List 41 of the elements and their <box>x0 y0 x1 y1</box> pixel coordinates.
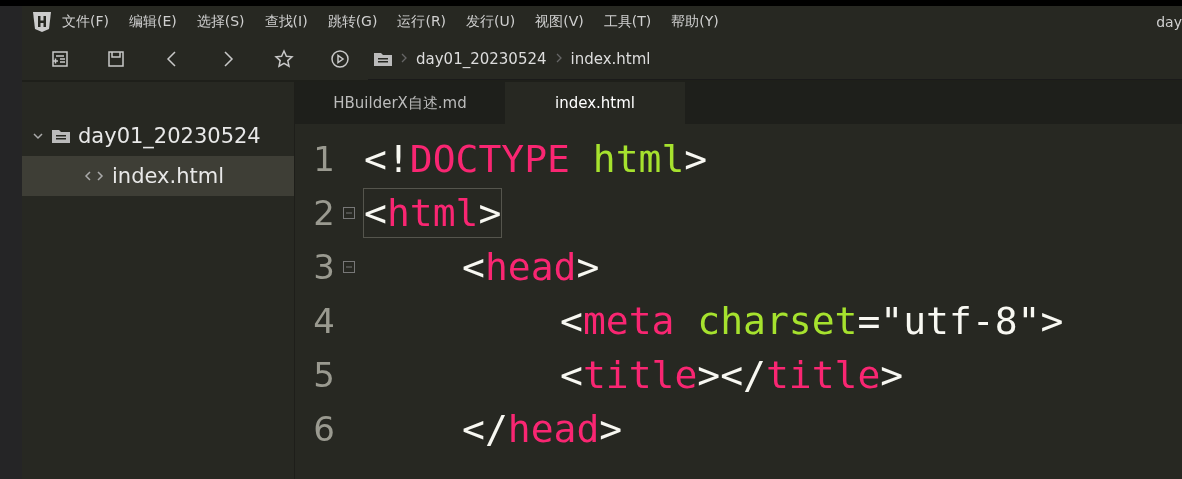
new-file-icon[interactable] <box>50 49 70 69</box>
code-icon <box>84 170 104 182</box>
line-number: 4 <box>312 301 335 341</box>
tree-item[interactable]: day01_20230524 <box>22 116 294 156</box>
breadcrumb-item[interactable]: index.html <box>570 49 651 68</box>
menu-item[interactable]: 视图(V) <box>525 13 594 31</box>
chevron-icon[interactable] <box>32 130 44 142</box>
chevron-icon <box>400 51 408 64</box>
folder-icon <box>52 129 70 143</box>
run-icon[interactable] <box>330 49 350 69</box>
code-editor[interactable]: 1 <!DOCTYPE html> 2 <html> 3 <head> 4 <meta charset="utf-8"> 5 <title></title> 6 </head> <box>295 124 1182 479</box>
menu-item[interactable]: 帮助(Y) <box>661 13 729 31</box>
menu-item[interactable]: 选择(S) <box>186 13 255 31</box>
app-logo-icon <box>32 11 52 33</box>
code-line: <!DOCTYPE html> <box>363 136 709 183</box>
menu-item[interactable]: 文件(F) <box>52 13 119 31</box>
breadcrumb-item[interactable]: day01_20230524 <box>416 49 547 68</box>
window-title: day <box>1156 14 1182 30</box>
line-number: 1 <box>312 139 335 179</box>
line-number: 2 <box>312 193 335 233</box>
menu-item[interactable]: 运行(R) <box>387 13 457 31</box>
tree-item[interactable]: index.html <box>22 156 294 196</box>
menu-item[interactable]: 查找(I) <box>254 13 318 31</box>
code-line: </head> <box>461 406 624 453</box>
menu-item[interactable]: 工具(T) <box>593 13 662 31</box>
menu-item[interactable]: 跳转(G) <box>317 13 388 31</box>
fold-icon[interactable] <box>343 207 355 219</box>
editor-tab[interactable]: index.html <box>505 82 685 124</box>
star-icon[interactable] <box>274 49 294 69</box>
save-icon[interactable] <box>106 49 126 69</box>
folder-icon <box>374 51 392 66</box>
code-line: <title></title> <box>559 352 905 399</box>
line-number: 6 <box>312 409 335 449</box>
code-line: <head> <box>461 244 601 291</box>
line-number: 5 <box>312 355 335 395</box>
menu-item[interactable]: 发行(U) <box>456 13 526 31</box>
fold-icon[interactable] <box>343 261 355 273</box>
menu-item[interactable]: 编辑(E) <box>119 13 187 31</box>
line-number: 3 <box>312 247 335 287</box>
code-line: <meta charset="utf-8"> <box>559 298 1065 345</box>
chevron-icon <box>554 51 563 64</box>
